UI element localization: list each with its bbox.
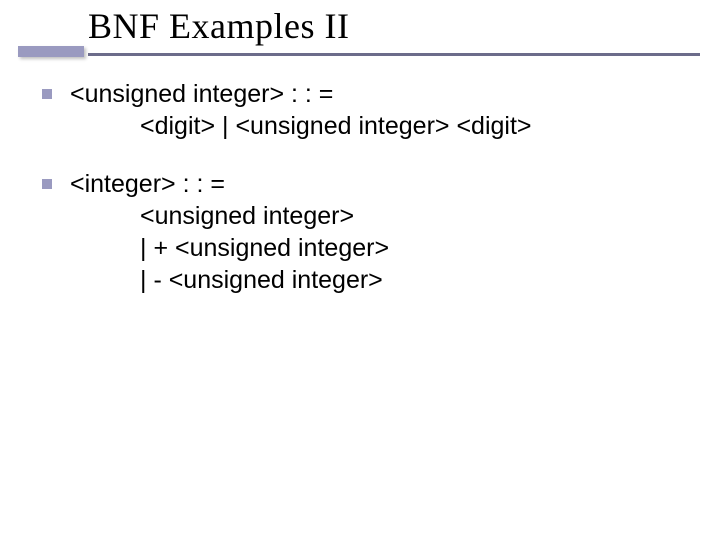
bullet-line: | - <unsigned integer> <box>70 264 690 296</box>
square-bullet-icon <box>42 179 52 189</box>
slide-body: <unsigned integer> : : = <digit> | <unsi… <box>42 78 690 322</box>
bullet-line: <digit> | <unsigned integer> <digit> <box>70 110 690 142</box>
slide: BNF Examples II <unsigned integer> : : =… <box>0 0 720 540</box>
slide-title: BNF Examples II <box>88 6 700 51</box>
title-region: BNF Examples II <box>88 6 700 56</box>
bullet-line: | + <unsigned integer> <box>70 232 690 264</box>
bullet-head: <integer> : : = <box>70 170 225 198</box>
bullet-head: <unsigned integer> : : = <box>70 80 333 108</box>
title-underline <box>88 53 700 56</box>
square-bullet-icon <box>42 89 52 99</box>
bullet-item: <integer> : : = <unsigned integer> | + <… <box>42 168 690 296</box>
bullet-item: <unsigned integer> : : = <digit> | <unsi… <box>42 78 690 142</box>
bullet-line: <unsigned integer> <box>70 200 690 232</box>
title-accent-tab <box>18 46 84 57</box>
